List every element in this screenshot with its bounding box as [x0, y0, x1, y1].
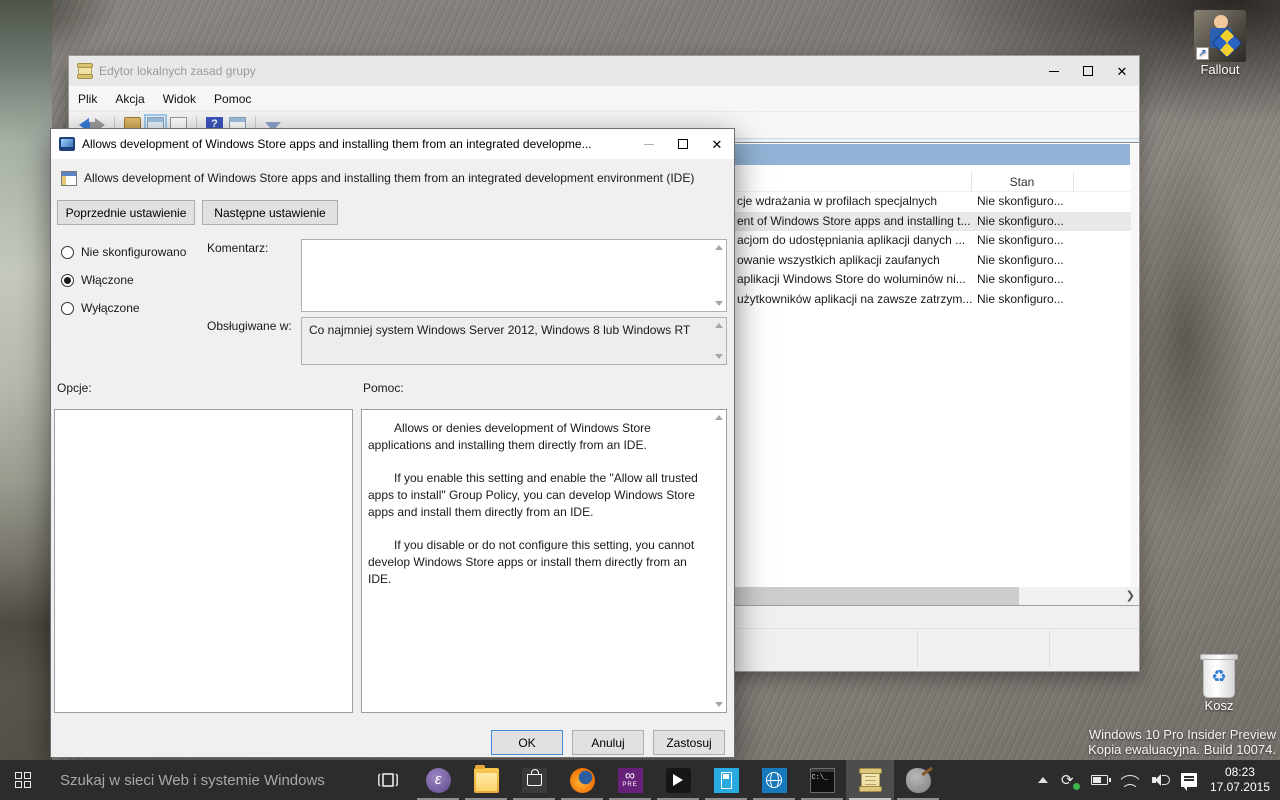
system-tray: ⟳ 08:23 17.07.2015	[1038, 765, 1280, 795]
help-paragraph: Allows or denies development of Windows …	[368, 420, 704, 454]
windows-logo-icon	[15, 772, 32, 789]
taskbar-clock[interactable]: 08:23 17.07.2015	[1210, 765, 1270, 795]
scroll-down-icon[interactable]	[715, 702, 723, 707]
gimp-icon	[906, 768, 931, 793]
dialog-title: Allows development of Windows Store apps…	[82, 137, 632, 151]
scroll-up-icon[interactable]	[715, 415, 723, 420]
command-prompt-icon: C:\_	[810, 768, 835, 793]
menu-plik[interactable]: Plik	[69, 86, 106, 111]
unity-icon	[666, 768, 691, 793]
taskbar-app-visual-studio[interactable]: ∞PRE	[606, 760, 654, 800]
taskbar-app-gimp[interactable]	[894, 760, 942, 800]
fallout-icon: ↗	[1194, 10, 1246, 62]
scroll-down-icon[interactable]	[715, 301, 723, 306]
start-button[interactable]	[0, 760, 46, 800]
supported-on-value: Co najmniej system Windows Server 2012, …	[309, 323, 708, 337]
policy-setting-icon	[61, 171, 77, 186]
supported-on-label: Obsługiwane w:	[207, 319, 292, 333]
radio-circle-selected[interactable]	[61, 274, 74, 287]
radio-not-configured[interactable]: Nie skonfigurowano	[61, 245, 186, 259]
scroll-down-icon[interactable]	[715, 354, 723, 359]
recycle-bin-icon: ♻	[1200, 652, 1238, 698]
taskbar-app-edge[interactable]	[750, 760, 798, 800]
taskbar-app-phone-companion[interactable]	[702, 760, 750, 800]
previous-setting-button[interactable]: Poprzednie ustawienie	[57, 200, 195, 225]
help-paragraph: If you disable or do not configure this …	[368, 537, 704, 588]
help-paragraph: If you enable this setting and enable th…	[368, 470, 704, 521]
policy-setting-name: Allows development of Windows Store apps…	[84, 171, 694, 185]
taskbar-app-gpedit-active[interactable]	[846, 760, 894, 800]
menu-widok[interactable]: Widok	[154, 86, 205, 111]
desktop-icon-recycle-bin[interactable]: ♻ Kosz	[1181, 652, 1257, 713]
sync-status-icon[interactable]: ⟳	[1061, 772, 1078, 789]
options-label: Opcje:	[57, 381, 92, 395]
battery-icon[interactable]	[1091, 775, 1108, 785]
gpedit-minimize-button[interactable]	[1037, 56, 1071, 86]
gpedit-close-button[interactable]: ✕	[1105, 56, 1139, 86]
gpedit-vertical-scrollbar[interactable]	[1130, 144, 1138, 605]
options-panel[interactable]	[54, 409, 353, 713]
dialog-titlebar[interactable]: Allows development of Windows Store apps…	[51, 129, 734, 159]
desktop-icon-fallout[interactable]: ↗ Fallout	[1182, 10, 1258, 77]
apply-button[interactable]: Zastosuj	[653, 730, 725, 755]
taskbar-app-file-explorer[interactable]	[462, 760, 510, 800]
clock-time: 08:23	[1210, 765, 1270, 780]
recycle-bin-label: Kosz	[1181, 698, 1257, 713]
task-view-button[interactable]	[368, 760, 408, 800]
comment-textarea[interactable]	[301, 239, 727, 312]
gpedit-menubar: Plik Akcja Widok Pomoc	[69, 86, 1139, 112]
comment-label: Komentarz:	[207, 241, 268, 255]
emacs-icon: ε	[426, 768, 451, 793]
phone-companion-icon	[714, 768, 739, 793]
radio-circle[interactable]	[61, 246, 74, 259]
taskbar-app-unity[interactable]	[654, 760, 702, 800]
dialog-minimize-button	[632, 129, 666, 159]
taskbar: Szukaj w sieci Web i systemie Windows ε …	[0, 760, 1280, 800]
shortcut-arrow-icon: ↗	[1196, 47, 1209, 60]
help-label: Pomoc:	[363, 381, 404, 395]
next-setting-button[interactable]: Następne ustawienie	[202, 200, 338, 225]
scrollbar-right-arrow-icon[interactable]: ❯	[1126, 589, 1135, 602]
wifi-icon[interactable]	[1121, 773, 1139, 787]
action-center-icon[interactable]	[1181, 773, 1197, 787]
scroll-up-icon[interactable]	[715, 245, 723, 250]
gpedit-app-icon	[78, 63, 92, 79]
menu-akcja[interactable]: Akcja	[106, 86, 153, 111]
radio-disabled[interactable]: Wyłączone	[61, 301, 140, 315]
radio-enabled[interactable]: Włączone	[61, 273, 134, 287]
clock-date: 17.07.2015	[1210, 780, 1270, 795]
gpedit-titlebar[interactable]: Edytor lokalnych zasad grupy ✕	[69, 56, 1139, 86]
windows-build-watermark: Windows 10 Pro Insider Preview Kopia ewa…	[1088, 727, 1276, 757]
help-panel[interactable]: Allows or denies development of Windows …	[361, 409, 727, 713]
firefox-icon	[570, 768, 595, 793]
taskbar-app-emacs[interactable]: ε	[414, 760, 462, 800]
fallout-label: Fallout	[1182, 62, 1258, 77]
taskbar-app-firefox[interactable]	[558, 760, 606, 800]
taskbar-app-windows-store[interactable]	[510, 760, 558, 800]
task-view-icon	[378, 772, 398, 788]
taskbar-app-command-prompt[interactable]: C:\_	[798, 760, 846, 800]
group-policy-editor-icon	[861, 768, 880, 792]
dialog-app-icon	[59, 137, 75, 151]
radio-circle[interactable]	[61, 302, 74, 315]
column-header-stan[interactable]: Stan	[971, 175, 1073, 189]
gpedit-title: Edytor lokalnych zasad grupy	[99, 64, 1037, 78]
dialog-maximize-button[interactable]	[666, 129, 700, 159]
scroll-up-icon[interactable]	[715, 323, 723, 328]
file-explorer-icon	[474, 768, 499, 793]
hidden-icons-chevron[interactable]	[1038, 777, 1048, 783]
windows-store-icon	[522, 768, 547, 793]
gpedit-maximize-button[interactable]	[1071, 56, 1105, 86]
dialog-close-button[interactable]: ✕	[700, 129, 734, 159]
edge-browser-icon	[762, 768, 787, 793]
desktop-wallpaper-sea	[0, 0, 52, 800]
volume-icon[interactable]	[1152, 773, 1168, 787]
supported-on-box[interactable]: Co najmniej system Windows Server 2012, …	[301, 317, 727, 365]
ok-button[interactable]: OK	[491, 730, 563, 755]
visual-studio-icon: ∞PRE	[618, 768, 643, 793]
policy-setting-dialog: Allows development of Windows Store apps…	[50, 128, 735, 758]
menu-pomoc[interactable]: Pomoc	[205, 86, 260, 111]
cancel-button[interactable]: Anuluj	[572, 730, 644, 755]
taskbar-search-input[interactable]: Szukaj w sieci Web i systemie Windows	[60, 772, 360, 789]
